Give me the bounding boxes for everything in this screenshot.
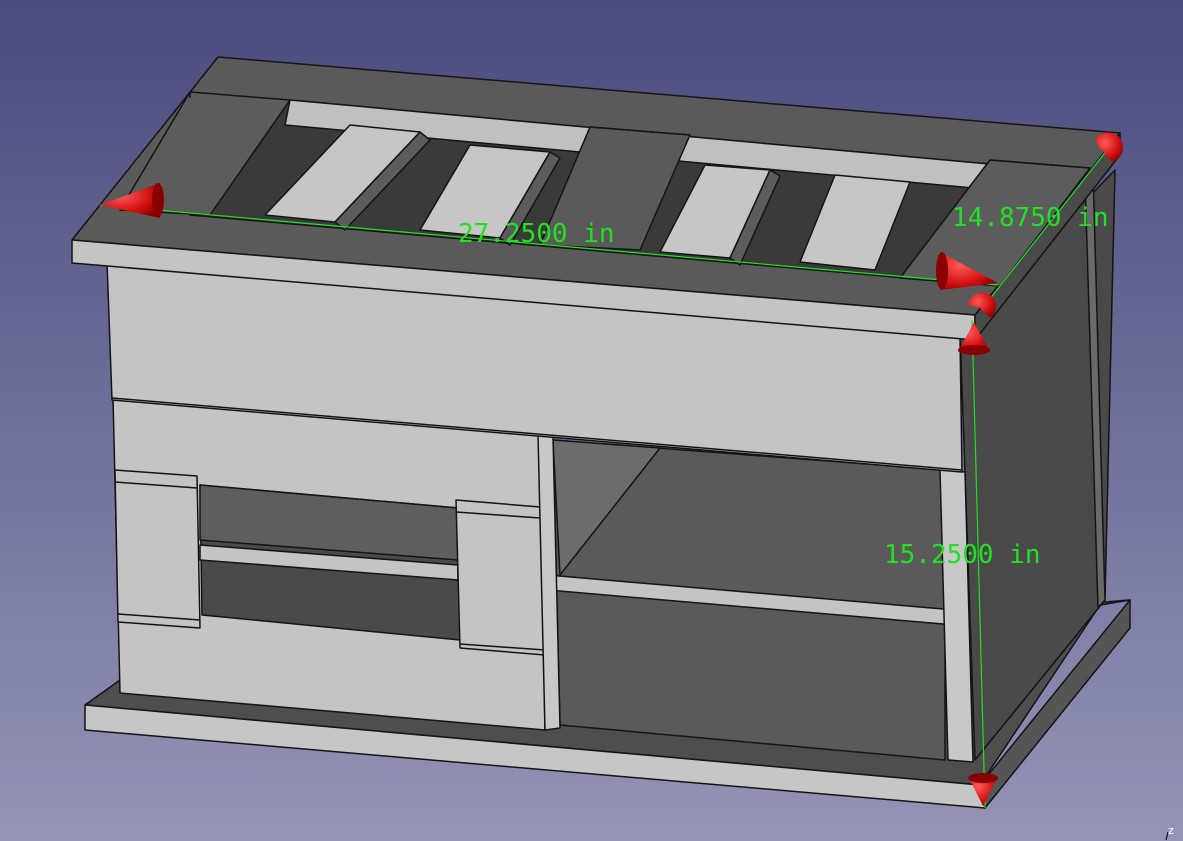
dimension-label-height: 15.2500 in: [884, 540, 1041, 570]
3d-viewport[interactable]: 27.2500 in 14.8750 in 15.2500 in z: [0, 0, 1183, 841]
arrow-cone-height-top-base: [958, 345, 990, 355]
left-stile-right: [455, 499, 546, 656]
dimension-label-length: 27.2500 in: [458, 219, 615, 249]
axis-cross: z: [1165, 824, 1174, 841]
arrow-cone-right-base: [936, 252, 948, 290]
dimension-label-depth: 14.8750 in: [952, 203, 1109, 233]
arrow-cone-height-bottom-base: [968, 773, 998, 783]
axis-z-label: z: [1168, 824, 1174, 837]
cabinet-model[interactable]: [71, 56, 1131, 809]
left-stile-left: [114, 469, 201, 629]
arrow-cone-left-base: [152, 183, 164, 217]
